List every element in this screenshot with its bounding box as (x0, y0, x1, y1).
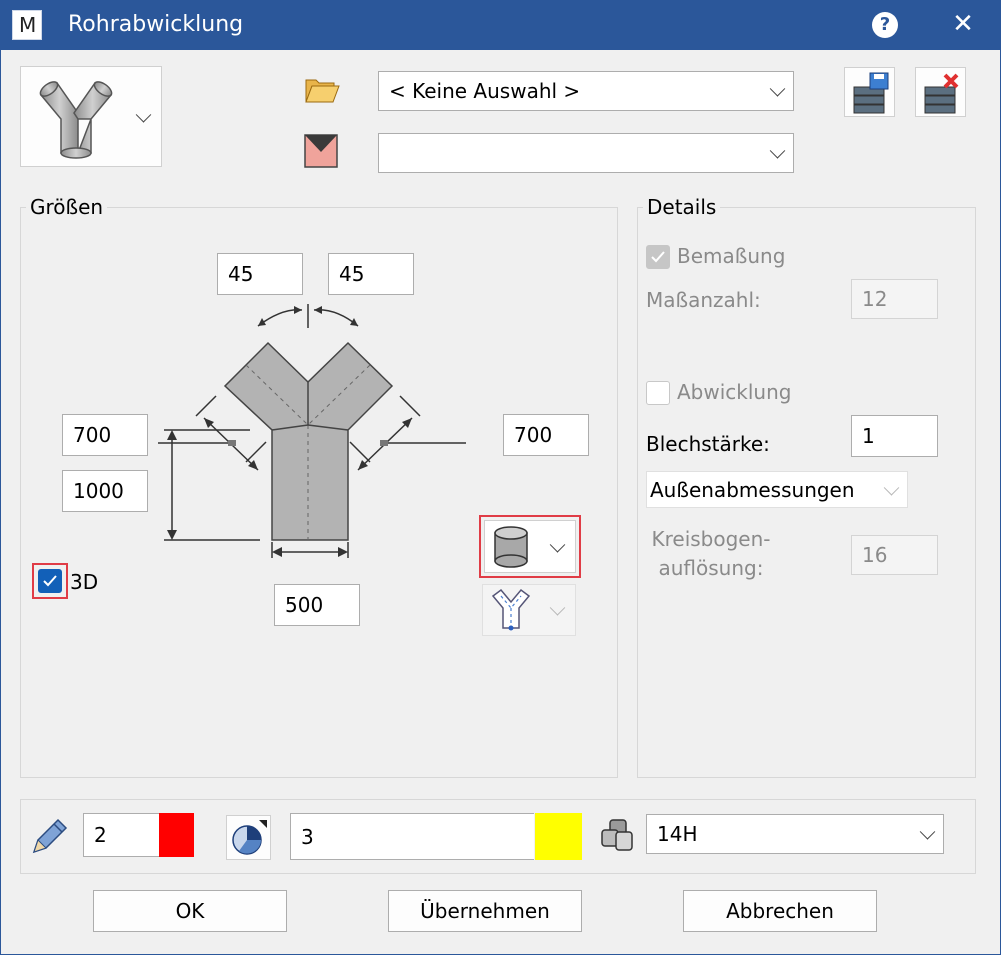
angle-left-value: 45 (228, 262, 254, 286)
line-color-swatch[interactable] (535, 813, 582, 860)
masszahl-input[interactable]: 12 (851, 279, 938, 319)
pen-icon[interactable] (28, 816, 70, 858)
kreisbogen-label-line2: auflösung: (658, 556, 764, 580)
groessen-title: Größen (26, 195, 108, 219)
masszahl-value: 12 (862, 287, 888, 311)
blechstaerke-input[interactable]: 1 (851, 415, 938, 457)
cylinder-icon (494, 526, 528, 568)
layer-select-value: 14H (657, 822, 698, 846)
check-3d-checkbox[interactable] (38, 569, 62, 593)
y-pipe-diagram (158, 304, 466, 558)
aussen-select-value: Außenabmessungen (650, 477, 855, 502)
bemassung-label: Bemaßung (677, 244, 786, 268)
window-title: Rohrabwicklung (68, 12, 244, 37)
height-value: 1000 (73, 479, 124, 503)
angle-left-input[interactable]: 45 (217, 253, 303, 295)
pen-color-swatch[interactable] (159, 813, 194, 857)
cancel-button[interactable]: Abbrechen (683, 890, 877, 932)
chevron-down-icon (883, 479, 900, 496)
folder-icon[interactable] (304, 76, 340, 104)
layer-select[interactable]: 14H (646, 814, 944, 854)
aussen-select[interactable]: Außenabmessungen (646, 471, 908, 508)
length-left-input[interactable]: 700 (62, 414, 148, 456)
kreisbogen-input[interactable]: 16 (851, 535, 938, 575)
chevron-down-icon (549, 600, 566, 616)
delete-database-button[interactable] (915, 67, 966, 117)
unfold-type-select[interactable] (482, 584, 576, 636)
angle-right-input[interactable]: 45 (328, 253, 414, 295)
database-delete-icon (924, 73, 959, 114)
width-value: 500 (285, 593, 324, 617)
pen-input[interactable]: 2 (83, 813, 159, 857)
check-3d-label: 3D (70, 570, 99, 594)
bemassung-checkbox[interactable] (646, 245, 670, 269)
kreisbogen-label: Kreisbogen- auflösung: (646, 525, 776, 583)
abwicklung-label: Abwicklung (677, 380, 792, 404)
app-icon: M (12, 10, 42, 40)
close-icon[interactable]: ✕ (950, 8, 976, 40)
chevron-down-icon (769, 143, 786, 159)
chevron-down-icon (135, 106, 152, 123)
profile-select-value: < Keine Auswahl > (389, 79, 581, 103)
line-value: 3 (301, 824, 314, 849)
chevron-down-icon (919, 824, 936, 840)
abwicklung-checkbox[interactable] (646, 381, 670, 405)
line-style-button[interactable] (226, 815, 271, 860)
database-save-icon (853, 72, 889, 114)
envelope-icon[interactable] (304, 134, 338, 168)
blechstaerke-label: Blechstärke: (646, 432, 770, 456)
shape-type-dropdown[interactable] (20, 66, 162, 167)
masszahl-label: Maßanzahl: (646, 288, 761, 312)
ok-button[interactable]: OK (93, 890, 287, 932)
y-outline-icon (491, 588, 531, 631)
y-pipe-icon (39, 81, 113, 159)
kreisbogen-value: 16 (862, 543, 888, 567)
blechstaerke-value: 1 (862, 424, 875, 448)
body-type-select[interactable] (484, 520, 576, 573)
line-input[interactable]: 3 (290, 813, 534, 860)
chevron-down-icon (549, 536, 566, 553)
length-right-value: 700 (514, 423, 553, 447)
secondary-select[interactable] (378, 133, 794, 173)
save-database-button[interactable] (844, 67, 895, 117)
chevron-down-icon (769, 81, 786, 97)
layer-icon[interactable] (598, 818, 638, 858)
details-title: Details (643, 195, 721, 219)
pen-value: 2 (94, 823, 107, 847)
checkmark-icon (651, 251, 665, 263)
height-input[interactable]: 1000 (62, 470, 148, 512)
length-left-value: 700 (73, 423, 112, 447)
length-right-input[interactable]: 700 (503, 414, 589, 456)
kreisbogen-label-line1: Kreisbogen- (651, 527, 771, 551)
help-icon[interactable]: ? (872, 12, 898, 38)
apply-button[interactable]: Übernehmen (388, 890, 582, 932)
pie-chart-icon (232, 820, 267, 855)
width-input[interactable]: 500 (274, 584, 360, 626)
angle-right-value: 45 (339, 262, 365, 286)
checkmark-icon (43, 575, 57, 587)
profile-select[interactable]: < Keine Auswahl > (378, 71, 794, 111)
